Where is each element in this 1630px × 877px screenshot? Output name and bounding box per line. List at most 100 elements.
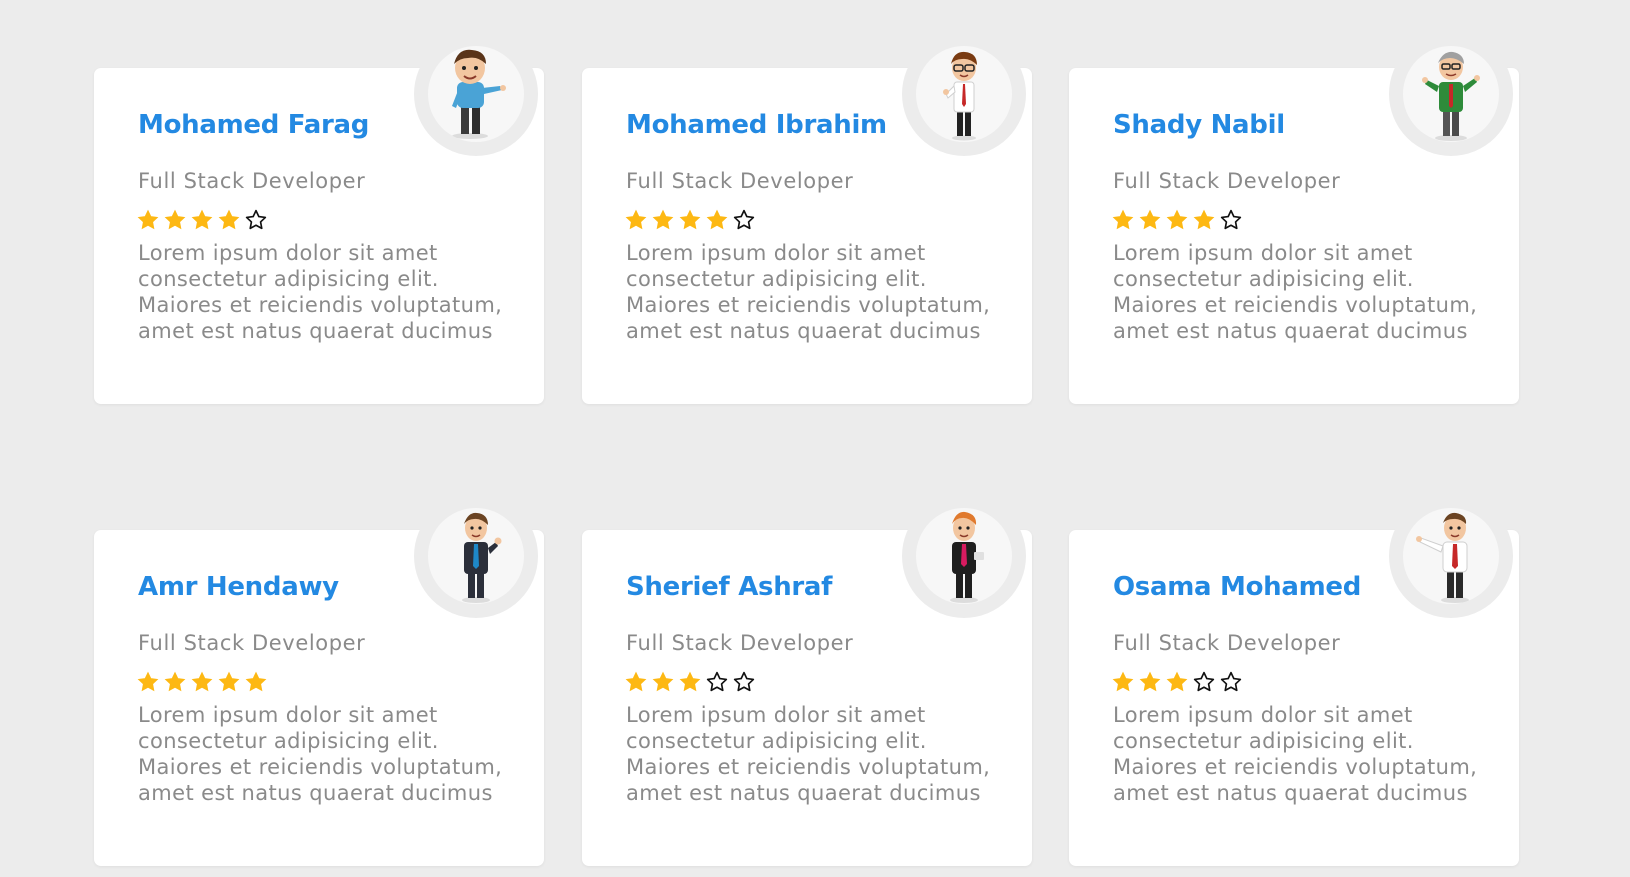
description-line: amet est natus quaerat ducimus — [138, 781, 493, 805]
star-filled-icon — [164, 671, 186, 692]
star-empty-icon — [1220, 671, 1242, 692]
star-filled-icon — [679, 671, 701, 692]
description-line: Maiores et reiciendis voluptatum, — [626, 755, 991, 779]
description-line: consectetur adipisicing elit. — [1113, 267, 1414, 291]
star-filled-icon — [191, 671, 213, 692]
profile-card: Mohamed Farag Full Stack Developer Lorem… — [94, 32, 544, 404]
avatar — [1403, 46, 1499, 142]
person-description: Lorem ipsum dolor sit amet consectetur a… — [1113, 702, 1503, 806]
cartoon-man-blue-shirt-icon — [452, 49, 506, 139]
avatar-ring — [902, 32, 1026, 156]
avatar-ring — [902, 494, 1026, 618]
star-filled-icon — [164, 209, 186, 230]
avatar-ring — [1389, 494, 1513, 618]
profile-card: Amr Hendawy Full Stack Developer Lorem i… — [94, 494, 544, 866]
description-line: consectetur adipisicing elit. — [138, 729, 439, 753]
star-empty-icon — [1193, 671, 1215, 692]
person-role: Full Stack Developer — [626, 631, 854, 655]
person-description: Lorem ipsum dolor sit amet consectetur a… — [138, 702, 528, 806]
description-line: consectetur adipisicing elit. — [626, 729, 927, 753]
rating-stars — [1112, 209, 1242, 231]
person-description: Lorem ipsum dolor sit amet consectetur a… — [626, 240, 1016, 344]
star-filled-icon — [625, 671, 647, 692]
star-filled-icon — [706, 209, 728, 230]
description-line: amet est natus quaerat ducimus — [626, 781, 981, 805]
avatar-ring — [414, 32, 538, 156]
star-filled-icon — [1112, 671, 1134, 692]
rating-stars — [625, 671, 755, 693]
person-description: Lorem ipsum dolor sit amet consectetur a… — [1113, 240, 1503, 344]
star-filled-icon — [652, 209, 674, 230]
person-name: Mohamed Farag — [138, 110, 370, 140]
star-empty-icon — [245, 209, 267, 230]
rating-stars — [137, 209, 267, 231]
star-empty-icon — [733, 209, 755, 230]
person-name: Sherief Ashraf — [626, 572, 833, 602]
description-line: Maiores et reiciendis voluptatum, — [1113, 755, 1478, 779]
star-filled-icon — [137, 209, 159, 230]
avatar-ring — [414, 494, 538, 618]
person-description: Lorem ipsum dolor sit amet consectetur a… — [138, 240, 528, 344]
description-line: Lorem ipsum dolor sit amet — [138, 703, 438, 727]
star-filled-icon — [1166, 671, 1188, 692]
avatar — [428, 46, 524, 142]
rating-stars — [137, 671, 267, 693]
star-filled-icon — [1139, 671, 1161, 692]
description-line: consectetur adipisicing elit. — [626, 267, 927, 291]
person-role: Full Stack Developer — [138, 169, 366, 193]
rating-stars — [1112, 671, 1242, 693]
person-name: Shady Nabil — [1113, 110, 1285, 140]
description-line: amet est natus quaerat ducimus — [1113, 781, 1468, 805]
person-name: Mohamed Ibrahim — [626, 110, 887, 140]
person-role: Full Stack Developer — [138, 631, 366, 655]
description-line: Lorem ipsum dolor sit amet — [138, 241, 438, 265]
testimonials-grid: Mohamed Farag Full Stack Developer Lorem… — [0, 0, 1630, 877]
description-line: Lorem ipsum dolor sit amet — [1113, 241, 1413, 265]
star-filled-icon — [679, 209, 701, 230]
description-line: Lorem ipsum dolor sit amet — [626, 703, 926, 727]
description-line: amet est natus quaerat ducimus — [1113, 319, 1468, 343]
description-line: Maiores et reiciendis voluptatum, — [138, 755, 503, 779]
description-line: consectetur adipisicing elit. — [1113, 729, 1414, 753]
star-filled-icon — [245, 671, 267, 692]
star-filled-icon — [191, 209, 213, 230]
star-filled-icon — [218, 209, 240, 230]
person-role: Full Stack Developer — [1113, 631, 1341, 655]
star-filled-icon — [1112, 209, 1134, 230]
person-role: Full Stack Developer — [1113, 169, 1341, 193]
person-description: Lorem ipsum dolor sit amet consectetur a… — [626, 702, 1016, 806]
avatar-ring — [1389, 32, 1513, 156]
cartoon-man-green-jacket-icon — [1422, 51, 1480, 141]
star-filled-icon — [652, 671, 674, 692]
description-line: amet est natus quaerat ducimus — [626, 319, 981, 343]
person-name: Amr Hendawy — [138, 572, 339, 602]
avatar — [916, 508, 1012, 604]
avatar — [428, 508, 524, 604]
star-filled-icon — [1139, 209, 1161, 230]
profile-card: Shady Nabil Full Stack Developer Lorem i… — [1069, 32, 1519, 404]
avatar — [1403, 508, 1499, 604]
description-line: amet est natus quaerat ducimus — [138, 319, 493, 343]
cartoon-man-presenting-icon — [1416, 512, 1469, 603]
star-empty-icon — [706, 671, 728, 692]
description-line: consectetur adipisicing elit. — [138, 267, 439, 291]
star-empty-icon — [1220, 209, 1242, 230]
description-line: Maiores et reiciendis voluptatum, — [138, 293, 503, 317]
profile-card: Mohamed Ibrahim Full Stack Developer Lor… — [582, 32, 1032, 404]
avatar — [916, 46, 1012, 142]
star-filled-icon — [625, 209, 647, 230]
person-role: Full Stack Developer — [626, 169, 854, 193]
rating-stars — [625, 209, 755, 231]
cartoon-man-suit-thumbs-up-icon — [462, 512, 502, 603]
cartoon-man-redhead-suit-icon — [950, 511, 984, 603]
profile-card: Sherief Ashraf Full Stack Developer Lore… — [582, 494, 1032, 866]
description-line: Lorem ipsum dolor sit amet — [1113, 703, 1413, 727]
star-empty-icon — [733, 671, 755, 692]
person-name: Osama Mohamed — [1113, 572, 1362, 602]
profile-card: Osama Mohamed Full Stack Developer Lorem… — [1069, 494, 1519, 866]
star-filled-icon — [218, 671, 240, 692]
cartoon-man-glasses-tie-icon — [943, 51, 977, 141]
description-line: Lorem ipsum dolor sit amet — [626, 241, 926, 265]
star-filled-icon — [1193, 209, 1215, 230]
star-filled-icon — [1166, 209, 1188, 230]
